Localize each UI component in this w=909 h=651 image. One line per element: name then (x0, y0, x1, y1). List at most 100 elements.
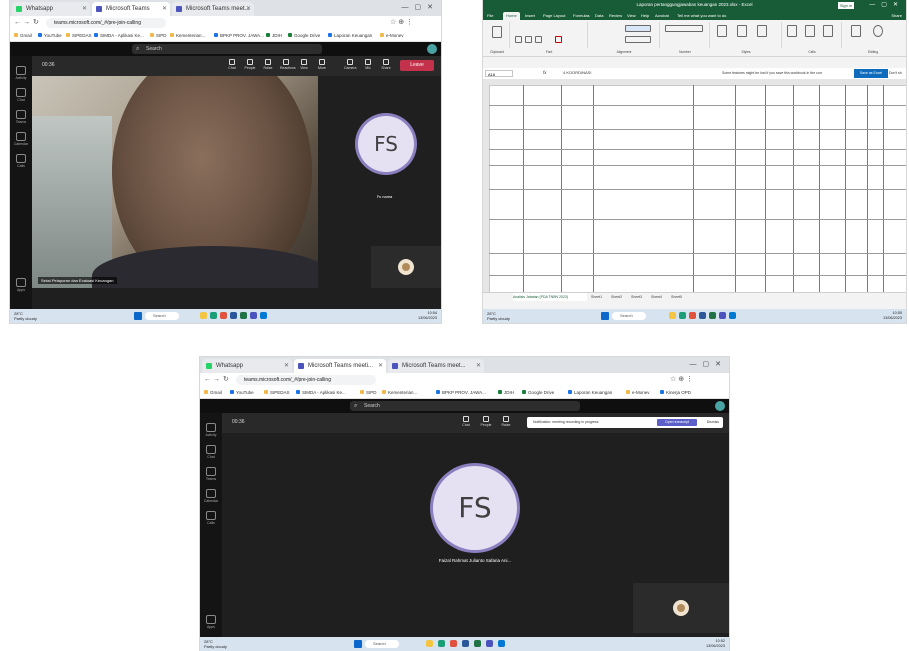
sort-filter-icon[interactable] (851, 25, 861, 37)
chat-button[interactable]: Chat (460, 416, 472, 427)
activity-icon[interactable] (206, 423, 216, 432)
bookmark-item[interactable]: SIMDA - Aplikasi Ke... (94, 31, 144, 40)
browser-tab[interactable]: Microsoft Teams meeti... ✕ (294, 359, 386, 373)
raise-hand-button[interactable]: Raise (500, 416, 512, 427)
sheet-tab[interactable]: Sheet2 (611, 293, 622, 301)
wrap-text-icon[interactable] (625, 25, 651, 32)
close-tab-icon[interactable]: ✕ (162, 2, 167, 16)
excel-icon[interactable] (474, 640, 481, 647)
conditional-format-icon[interactable] (717, 25, 727, 37)
close-tab-icon[interactable]: ✕ (476, 359, 481, 373)
ribbon-tab-review[interactable]: Review (609, 12, 622, 20)
ribbon-tab-data[interactable]: Data (595, 12, 603, 20)
word-icon[interactable] (230, 312, 237, 319)
italic-icon[interactable] (525, 36, 532, 43)
extensions-icon[interactable]: ☆ ⊕ ⋮ (390, 16, 413, 30)
store-icon[interactable] (498, 640, 505, 647)
mic-button[interactable]: Mic (362, 59, 374, 70)
word-icon[interactable] (699, 312, 706, 319)
bookmark-item[interactable]: Gmail (14, 31, 32, 40)
delete-cells-icon[interactable] (805, 25, 815, 37)
weather-widget[interactable]: 28°C Partly cloudy (14, 311, 37, 321)
bookmark-item[interactable]: SIPEDAS (66, 31, 92, 40)
weather-widget[interactable]: 28°C Partly cloudy (204, 639, 227, 649)
find-select-icon[interactable] (873, 25, 883, 37)
bookmark-item[interactable]: Kementerian... (382, 388, 417, 397)
reload-icon[interactable]: ↻ (33, 16, 39, 30)
search-input[interactable]: ⌕ Search (132, 44, 322, 54)
view-button[interactable]: View (298, 59, 310, 70)
sheet-tab[interactable]: Sheet5 (671, 293, 682, 301)
bookmark-item[interactable]: Google Drive (288, 31, 320, 40)
calls-icon[interactable] (16, 154, 26, 163)
url-field[interactable]: teams.microsoft.com/_#/pre-join-calling (46, 18, 166, 28)
chrome-icon[interactable] (220, 312, 227, 319)
bookmark-item[interactable]: YouTube (230, 388, 254, 397)
store-icon[interactable] (729, 312, 736, 319)
more-button[interactable]: More (316, 59, 328, 70)
edge-icon[interactable] (210, 312, 217, 319)
bookmark-item[interactable]: SIPD (150, 31, 167, 40)
excel-icon[interactable] (709, 312, 716, 319)
format-cells-icon[interactable] (823, 25, 833, 37)
camera-button[interactable]: Camera (344, 59, 356, 70)
ribbon-tab-formulas[interactable]: Formulas (573, 12, 590, 20)
ribbon-tab-insert[interactable]: Insert (525, 12, 535, 20)
bookmark-item[interactable]: Gmail (204, 388, 222, 397)
underline-icon[interactable] (535, 36, 542, 43)
formula-input[interactable]: 4 KOORDINASI (563, 70, 591, 75)
sheet-tab[interactable]: Sheet1 (591, 293, 602, 301)
open-transcript-button[interactable]: Open transcript (657, 419, 697, 426)
calendar-icon[interactable] (16, 132, 26, 141)
reload-icon[interactable]: ↻ (223, 373, 229, 387)
forward-icon[interactable]: → (213, 373, 220, 387)
forward-icon[interactable]: → (23, 16, 30, 30)
weather-widget[interactable]: 28°C Partly cloudy (487, 311, 510, 321)
bookmark-item[interactable]: Google Drive (522, 388, 554, 397)
teams-icon[interactable] (486, 640, 493, 647)
teams-icon[interactable] (719, 312, 726, 319)
bookmark-item[interactable]: Laporan Keuangan (568, 388, 612, 397)
share-button[interactable]: Share (380, 59, 392, 70)
system-tray-clock[interactable]: 10:52 13/06/2023 (706, 639, 725, 649)
taskbar-search[interactable]: Search (365, 640, 399, 648)
bookmark-item[interactable]: Kementerian... (170, 31, 205, 40)
tell-me-search[interactable]: Tell me what you want to do (677, 12, 726, 20)
start-button[interactable] (354, 640, 362, 648)
taskbar-search[interactable]: Search (145, 312, 179, 320)
ribbon-tab-page-layout[interactable]: Page Layout (543, 12, 565, 20)
format-table-icon[interactable] (737, 25, 747, 37)
bookmark-item[interactable]: Laporan Keuangan (328, 31, 372, 40)
ribbon-tab-file[interactable]: File (487, 12, 493, 20)
teams-icon[interactable] (206, 467, 216, 476)
dont-show-again-link[interactable]: Don't show again (889, 69, 902, 78)
browser-tab[interactable]: Whatsapp ✕ (12, 2, 90, 16)
window-controls[interactable]: —▢✕ (690, 357, 727, 373)
excel-icon[interactable] (240, 312, 247, 319)
window-controls[interactable]: —▢✕ (869, 0, 904, 11)
name-box[interactable]: A16 (485, 70, 513, 77)
activity-icon[interactable] (16, 66, 26, 75)
share-button[interactable]: Share (891, 12, 902, 20)
dismiss-button[interactable]: Dismiss (707, 417, 719, 428)
browser-tab[interactable]: Microsoft Teams meet... ✕ (388, 359, 484, 373)
chat-icon[interactable] (206, 445, 216, 454)
extensions-icon[interactable]: ☆ ⊕ ⋮ (670, 373, 693, 387)
chrome-icon[interactable] (689, 312, 696, 319)
start-button[interactable] (134, 312, 142, 320)
bookmark-item[interactable]: SIPEDAS (264, 388, 290, 397)
merge-center-icon[interactable] (625, 36, 651, 43)
sheet-tab[interactable]: Sheet4 (651, 293, 662, 301)
save-as-workbook-button[interactable]: Save as Excel Workbook (854, 69, 888, 84)
file-explorer-icon[interactable] (669, 312, 676, 319)
bookmark-item[interactable]: e-Monev (380, 31, 404, 40)
url-field[interactable]: teams.microsoft.com/_#/pre-join-calling (236, 375, 376, 385)
file-explorer-icon[interactable] (200, 312, 207, 319)
number-format-icon[interactable] (665, 25, 703, 32)
edge-icon[interactable] (679, 312, 686, 319)
edge-icon[interactable] (438, 640, 445, 647)
system-tray-clock[interactable]: 10:55 13/06/2023 (883, 311, 902, 321)
browser-tab[interactable]: Microsoft Teams ✕ (92, 2, 170, 16)
bookmark-item[interactable]: SIMDA - Aplikasi Ke... (296, 388, 346, 397)
teams-icon[interactable] (250, 312, 257, 319)
